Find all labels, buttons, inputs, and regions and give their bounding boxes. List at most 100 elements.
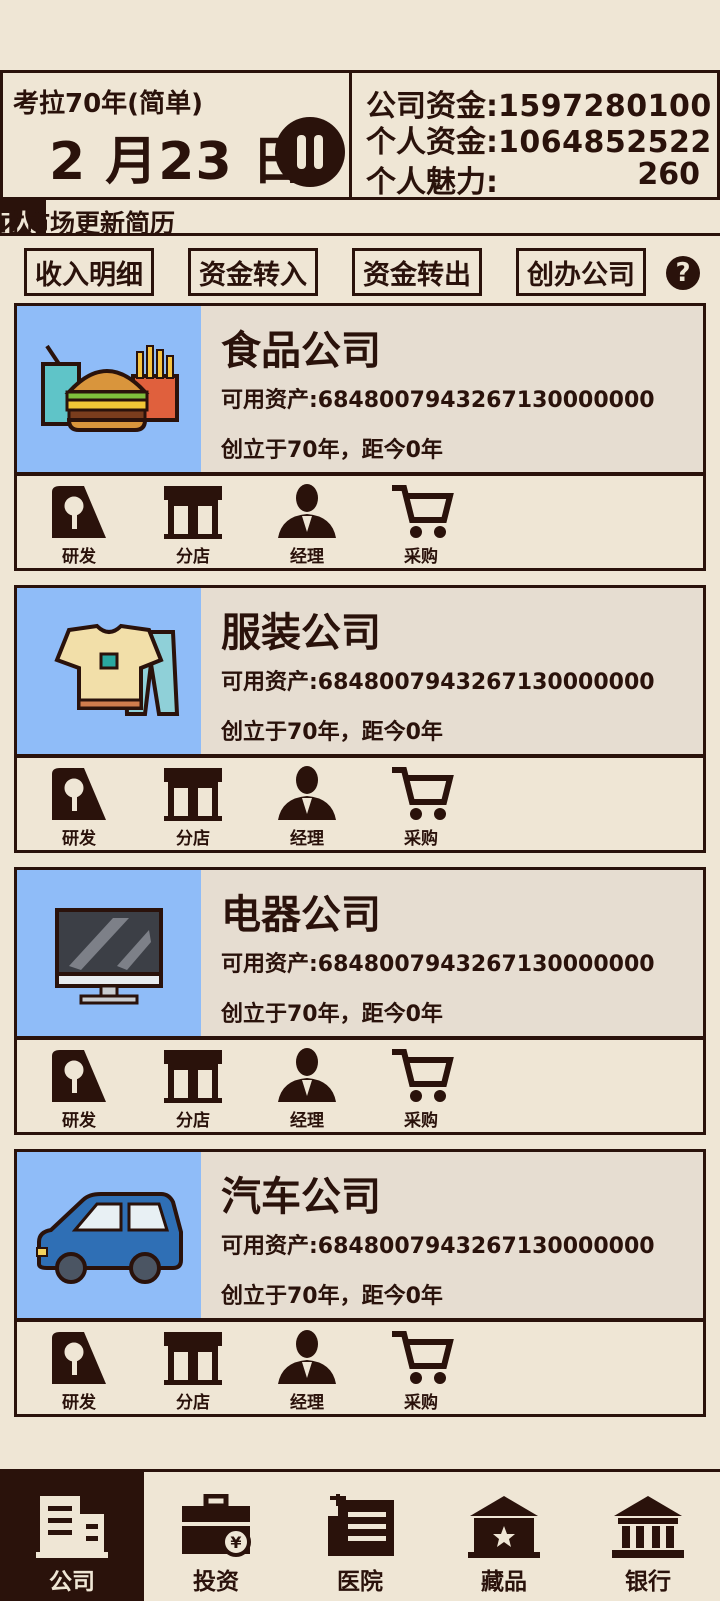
cart-icon bbox=[392, 485, 454, 538]
status-header: 考拉70年(简单) 2 月23 日 公司资金:1597280100 个人资金:1… bbox=[0, 70, 720, 200]
help-icon[interactable]: ? bbox=[666, 256, 700, 290]
research-icon bbox=[52, 1332, 106, 1384]
company-card-automobile[interactable]: 汽车公司 可用资产:6848007943267130000000 创立于70年，… bbox=[14, 1149, 706, 1417]
manager-button[interactable]: 经理 bbox=[267, 1328, 347, 1413]
income-detail-button[interactable]: 收入明细 bbox=[24, 248, 154, 296]
cart-icon bbox=[392, 767, 454, 820]
branch-button[interactable]: 分店 bbox=[153, 482, 233, 567]
nav-bank[interactable]: 银行 bbox=[576, 1472, 720, 1601]
nav-company-label: 公司 bbox=[49, 1569, 95, 1595]
company-assets: 可用资产:6848007943267130000000 bbox=[221, 952, 655, 977]
found-company-button[interactable]: 创办公司 bbox=[516, 248, 646, 296]
research-button[interactable]: 研发 bbox=[39, 1046, 119, 1131]
store-icon bbox=[164, 768, 222, 821]
company-tools: 研发 分店 经理 采购 bbox=[14, 1037, 706, 1135]
branch-label: 分店 bbox=[176, 1111, 210, 1131]
manager-icon bbox=[278, 1048, 336, 1102]
purchase-button[interactable]: 采购 bbox=[381, 1328, 461, 1413]
branch-button[interactable]: 分店 bbox=[153, 1328, 233, 1413]
company-info[interactable]: 汽车公司 可用资产:6848007943267130000000 创立于70年，… bbox=[14, 1149, 706, 1321]
purchase-button[interactable]: 采购 bbox=[381, 482, 461, 567]
era-label: 考拉70年(简单) bbox=[13, 89, 203, 119]
pause-button[interactable] bbox=[275, 117, 345, 187]
company-info[interactable]: 电器公司 可用资产:6848007943267130000000 创立于70年，… bbox=[14, 867, 706, 1039]
clothes-icon bbox=[54, 623, 180, 716]
company-image bbox=[17, 588, 201, 754]
bank-icon bbox=[612, 1496, 684, 1558]
manager-label: 经理 bbox=[290, 1111, 324, 1131]
company-image bbox=[17, 1152, 201, 1318]
store-icon bbox=[164, 1050, 222, 1103]
action-bar: 收入明细 资金转入 资金转出 创办公司 ? bbox=[0, 248, 720, 300]
branch-label: 分店 bbox=[176, 829, 210, 849]
personal-funds: 个人资金:1064852522 bbox=[366, 117, 712, 161]
company-tools: 研发 分店 经理 采购 bbox=[14, 755, 706, 853]
manager-button[interactable]: 经理 bbox=[267, 482, 347, 567]
nav-collection-label: 藏品 bbox=[481, 1569, 527, 1595]
personal-funds-value: 1064852522 bbox=[498, 125, 712, 160]
personal-charm: 个人魅力: 260 bbox=[366, 157, 706, 201]
charm-label: 个人魅力: bbox=[366, 165, 498, 200]
branch-button[interactable]: 分店 bbox=[153, 1046, 233, 1131]
briefcase-icon: ¥ bbox=[182, 1494, 251, 1557]
nav-investment[interactable]: ¥ 投资 bbox=[144, 1472, 288, 1601]
nav-company[interactable]: 公司 bbox=[0, 1472, 144, 1601]
company-card-clothing[interactable]: 服装公司 可用资产:6848007943267130000000 创立于70年，… bbox=[14, 585, 706, 853]
museum-icon bbox=[468, 1496, 540, 1558]
funds-panel: 公司资金:1597280100 个人资金:1064852522 个人魅力: 26… bbox=[352, 73, 720, 200]
research-label: 研发 bbox=[62, 829, 96, 849]
cart-icon bbox=[392, 1049, 454, 1102]
company-name: 电器公司 bbox=[221, 892, 381, 938]
company-tools: 研发 分店 经理 采购 bbox=[14, 1319, 706, 1417]
purchase-label: 采购 bbox=[404, 1393, 438, 1413]
date-panel: 考拉70年(简单) 2 月23 日 bbox=[0, 73, 352, 197]
company-card-food[interactable]: 食品公司 可用资产:6848007943267130000000 创立于70年，… bbox=[14, 303, 706, 571]
purchase-button[interactable]: 采购 bbox=[381, 764, 461, 849]
research-icon bbox=[52, 486, 106, 538]
manager-label: 经理 bbox=[290, 1393, 324, 1413]
company-founded: 创立于70年，距今0年 bbox=[221, 1002, 443, 1027]
company-founded: 创立于70年，距今0年 bbox=[221, 438, 443, 463]
research-icon bbox=[52, 768, 106, 820]
manager-label: 经理 bbox=[290, 829, 324, 849]
company-assets: 可用资产:6848007943267130000000 bbox=[221, 1234, 655, 1259]
nav-hospital[interactable]: 医院 bbox=[288, 1472, 432, 1601]
branch-label: 分店 bbox=[176, 547, 210, 567]
company-image bbox=[17, 870, 201, 1036]
company-founded: 创立于70年，距今0年 bbox=[221, 1284, 443, 1309]
purchase-label: 采购 bbox=[404, 829, 438, 849]
research-button[interactable]: 研发 bbox=[39, 482, 119, 567]
manager-icon bbox=[278, 1330, 336, 1384]
purchase-button[interactable]: 采购 bbox=[381, 1046, 461, 1131]
research-button[interactable]: 研发 bbox=[39, 764, 119, 849]
svg-text:¥: ¥ bbox=[230, 1533, 241, 1552]
company-tools: 研发 分店 经理 采购 bbox=[14, 473, 706, 571]
fund-out-button[interactable]: 资金转出 bbox=[352, 248, 482, 296]
charm-value: 260 bbox=[637, 157, 700, 192]
manager-button[interactable]: 经理 bbox=[267, 764, 347, 849]
company-assets: 可用资产:6848007943267130000000 bbox=[221, 670, 655, 695]
company-assets: 可用资产:6848007943267130000000 bbox=[221, 388, 655, 413]
personal-funds-label: 个人资金: bbox=[366, 125, 498, 160]
company-info[interactable]: 服装公司 可用资产:6848007943267130000000 创立于70年，… bbox=[14, 585, 706, 757]
burger-icon bbox=[41, 344, 179, 432]
branch-button[interactable]: 分店 bbox=[153, 764, 233, 849]
nav-hospital-label: 医院 bbox=[337, 1569, 383, 1595]
purchase-label: 采购 bbox=[404, 1111, 438, 1131]
research-label: 研发 bbox=[62, 1393, 96, 1413]
purchase-label: 采购 bbox=[404, 547, 438, 567]
research-label: 研发 bbox=[62, 1111, 96, 1131]
bottom-nav: 公司 ¥ 投资 医院 藏品 银行 bbox=[0, 1469, 720, 1601]
company-info[interactable]: 食品公司 可用资产:6848007943267130000000 创立于70年，… bbox=[14, 303, 706, 475]
nav-bank-label: 银行 bbox=[625, 1569, 671, 1595]
manager-button[interactable]: 经理 bbox=[267, 1046, 347, 1131]
store-icon bbox=[164, 486, 222, 539]
ticker-main-text: 才市场更新简历 bbox=[0, 209, 176, 236]
pause-bar-left bbox=[297, 135, 306, 169]
company-icon bbox=[36, 1496, 108, 1558]
cart-icon bbox=[392, 1331, 454, 1384]
fund-in-button[interactable]: 资金转入 bbox=[188, 248, 318, 296]
company-card-electronics[interactable]: 电器公司 可用资产:6848007943267130000000 创立于70年，… bbox=[14, 867, 706, 1135]
research-button[interactable]: 研发 bbox=[39, 1328, 119, 1413]
nav-collection[interactable]: 藏品 bbox=[432, 1472, 576, 1601]
